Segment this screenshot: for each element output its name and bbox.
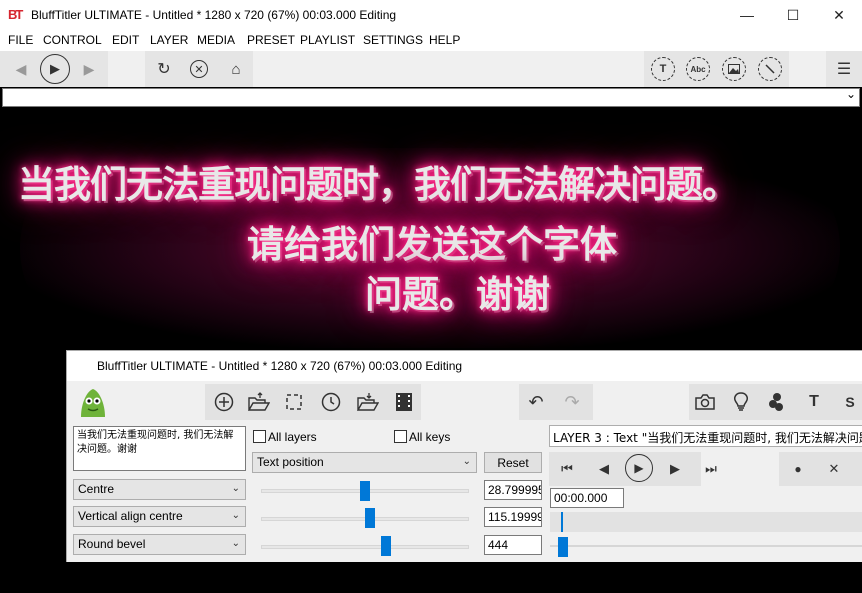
text-icon[interactable]: T [651,57,675,81]
align-horizontal-select[interactable]: Centre ⌄ [73,479,246,500]
app-logo-icon: BT [8,7,23,22]
align-horizontal-value: Centre [78,482,115,496]
panel-toolbar: ↶ ↷ T S [67,381,862,423]
menu-control[interactable]: CONTROL [43,33,102,47]
all-keys-checkbox[interactable] [394,430,407,443]
menu-bar: FILE CONTROL EDIT LAYER MEDIA PRESET PLA… [0,30,862,51]
skip-to-end-icon[interactable]: ⏭ [700,458,722,480]
close-button[interactable]: ✕ [816,0,862,30]
forward-icon[interactable]: ▶ [80,60,98,78]
chevron-down-icon: ⌄ [231,510,240,521]
title-bar: BT BluffTitler ULTIMATE - Untitled * 128… [0,0,862,30]
value-field-1[interactable]: 28.799995 [484,480,542,500]
layer-info-field[interactable]: LAYER 3 : Text "当我们无法重现问题时, 我们无法解决问题。请给我 [549,425,862,447]
delete-key-icon[interactable]: ✕ [823,458,845,480]
slider-3-thumb[interactable] [381,536,391,556]
panel-title-bar: BluffTitler ULTIMATE - Untitled * 1280 x… [67,351,862,381]
maximize-button[interactable]: ☐ [770,0,816,30]
main-toolbar: ◀ ▶ ▶ ↻ ✕ ⌂ T Abc ☰ [0,51,862,87]
minimize-button[interactable]: — [724,0,770,30]
menu-playlist[interactable]: PLAYLIST [300,33,355,47]
panel-title: BluffTitler ULTIMATE - Untitled * 1280 x… [97,359,463,373]
property-select[interactable]: Text position ⌄ [252,452,477,473]
zoom-thumb[interactable] [558,537,568,557]
next-key-icon[interactable]: ▶ [664,458,686,480]
align-vertical-value: Vertical align centre [78,509,183,523]
redo-icon[interactable]: ↷ [561,391,583,413]
back-icon[interactable]: ◀ [12,60,30,78]
align-vertical-select[interactable]: Vertical align centre ⌄ [73,506,246,527]
film-strip-icon[interactable] [393,391,415,413]
mascot-logo-icon [75,385,109,419]
chevron-down-icon: ⌄ [231,483,240,494]
refresh-icon[interactable]: ↻ [154,59,174,79]
slider-3-track[interactable] [261,545,469,549]
app-window: BT BluffTitler ULTIMATE - Untitled * 128… [0,0,862,593]
bevel-select-value: Round bevel [78,537,146,551]
time-field[interactable]: 00:00.000 [550,488,624,508]
menu-file[interactable]: FILE [8,33,33,47]
window-title: BluffTitler ULTIMATE - Untitled * 1280 x… [31,8,397,22]
menu-help[interactable]: HELP [429,33,460,47]
chevron-down-icon: ⌄ [462,456,471,467]
none-icon[interactable] [758,57,782,81]
preview-text-line-3: 问题。谢谢 [365,273,550,316]
preview-text-line-2: 请给我们发送这个字体 [247,223,617,266]
value-field-2[interactable]: 115.199997 [484,507,542,527]
menu-preset[interactable]: PRESET [247,33,295,47]
timeline-track[interactable] [550,512,862,532]
chevron-down-icon[interactable]: ⌄ [846,87,856,101]
undo-icon[interactable]: ↶ [525,391,547,413]
skip-to-start-icon[interactable]: ⏮ [556,458,578,480]
bevel-select[interactable]: Round bevel ⌄ [73,534,246,555]
open-folder-icon[interactable] [248,391,270,413]
slider-1-thumb[interactable] [360,481,370,501]
zoom-track[interactable] [550,545,862,547]
previous-key-icon[interactable]: ◀ [593,458,615,480]
import-folder-icon[interactable] [357,391,379,413]
preset-address-field[interactable]: ⌄ [2,87,860,107]
playhead-marker[interactable] [561,512,563,532]
slider-2-thumb[interactable] [365,508,375,528]
edit-panel: BluffTitler ULTIMATE - Untitled * 1280 x… [66,350,862,562]
value-field-3[interactable]: 444 [484,535,542,555]
preview-text-line-1: 当我们无法重现问题时，我们无法解决问题。 [18,163,739,206]
shape-tool-icon[interactable]: S [839,391,861,413]
particles-icon[interactable] [766,391,788,413]
menu-media[interactable]: MEDIA [197,33,235,47]
layer-tools-group [205,384,421,420]
chevron-down-icon: ⌄ [231,538,240,549]
reset-button[interactable]: Reset [484,452,542,473]
add-layer-icon[interactable] [213,391,235,413]
text-tool-icon[interactable]: T [803,391,825,413]
all-layers-checkbox[interactable] [253,430,266,443]
layer-text-input[interactable]: 当我们无法重现问题时, 我们无法解决问题。谢谢 [73,426,246,471]
all-layers-label: All layers [268,430,317,444]
play-icon[interactable]: ▶ [40,54,70,84]
menu-settings[interactable]: SETTINGS [363,33,423,47]
image-icon[interactable] [722,57,746,81]
clock-icon[interactable] [320,391,342,413]
play-icon[interactable]: ▶ [625,454,653,482]
menu-icon[interactable]: ☰ [834,59,854,79]
lightbulb-icon[interactable] [730,391,752,413]
camera-icon[interactable] [694,391,716,413]
property-select-value: Text position [257,455,324,469]
select-area-icon[interactable] [283,391,305,413]
home-icon[interactable]: ⌂ [226,59,246,79]
menu-edit[interactable]: EDIT [112,33,139,47]
record-icon[interactable]: ● [787,458,809,480]
menu-layer[interactable]: LAYER [150,33,188,47]
all-keys-label: All keys [409,430,451,444]
abc-icon[interactable]: Abc [686,57,710,81]
stop-icon[interactable]: ✕ [190,60,208,78]
